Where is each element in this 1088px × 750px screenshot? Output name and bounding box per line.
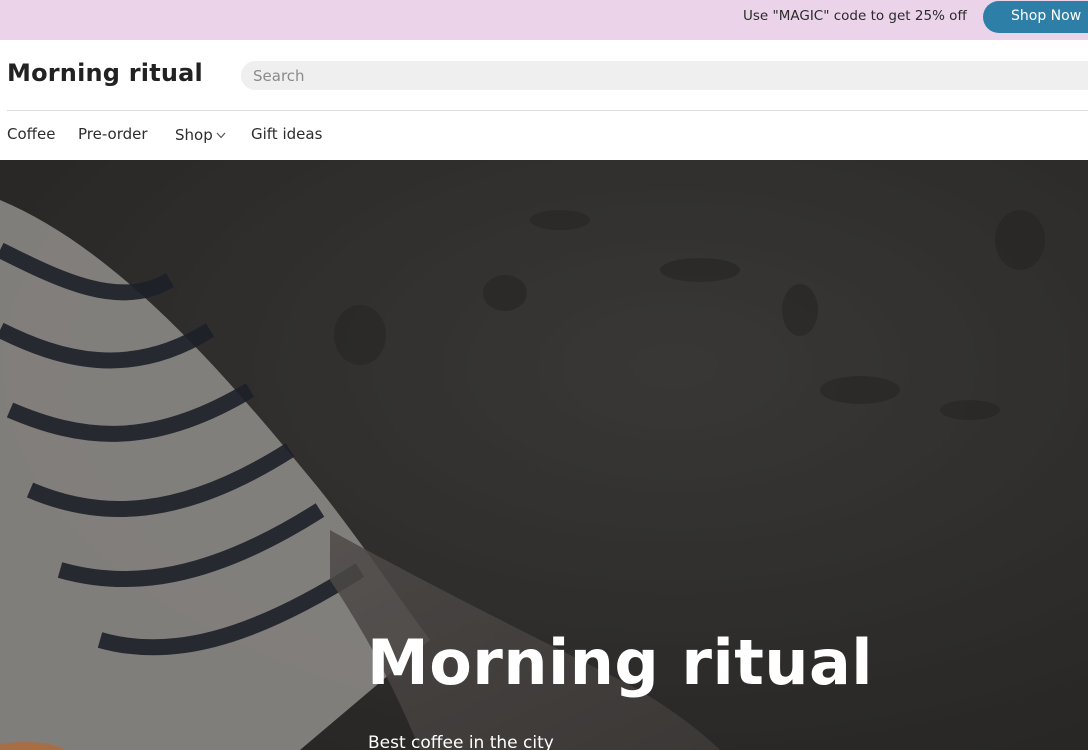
search-input[interactable] [241,61,1088,90]
promo-bar: Use "MAGIC" code to get 25% off Shop Now [0,0,1088,40]
nav-item-coffee[interactable]: Coffee [7,125,55,143]
chevron-down-icon [216,125,226,143]
nav-item-gift-ideas[interactable]: Gift ideas [251,125,322,143]
nav-item-shop[interactable]: Shop [175,125,226,144]
nav-item-pre-order[interactable]: Pre-order [78,125,148,143]
main-nav: Coffee Pre-order Shop Gift ideas [0,111,1088,160]
hero-title: Morning ritual [367,626,874,699]
site-logo[interactable]: Morning ritual [7,59,203,87]
promo-text: Use "MAGIC" code to get 25% off [743,8,967,24]
shop-now-button[interactable]: Shop Now [983,1,1088,33]
site-header: Morning ritual [0,40,1088,111]
nav-item-shop-label: Shop [175,126,213,144]
hero-banner: Morning ritual Best coffee in the city [0,160,1088,750]
hero-subtitle: Best coffee in the city [368,733,554,750]
